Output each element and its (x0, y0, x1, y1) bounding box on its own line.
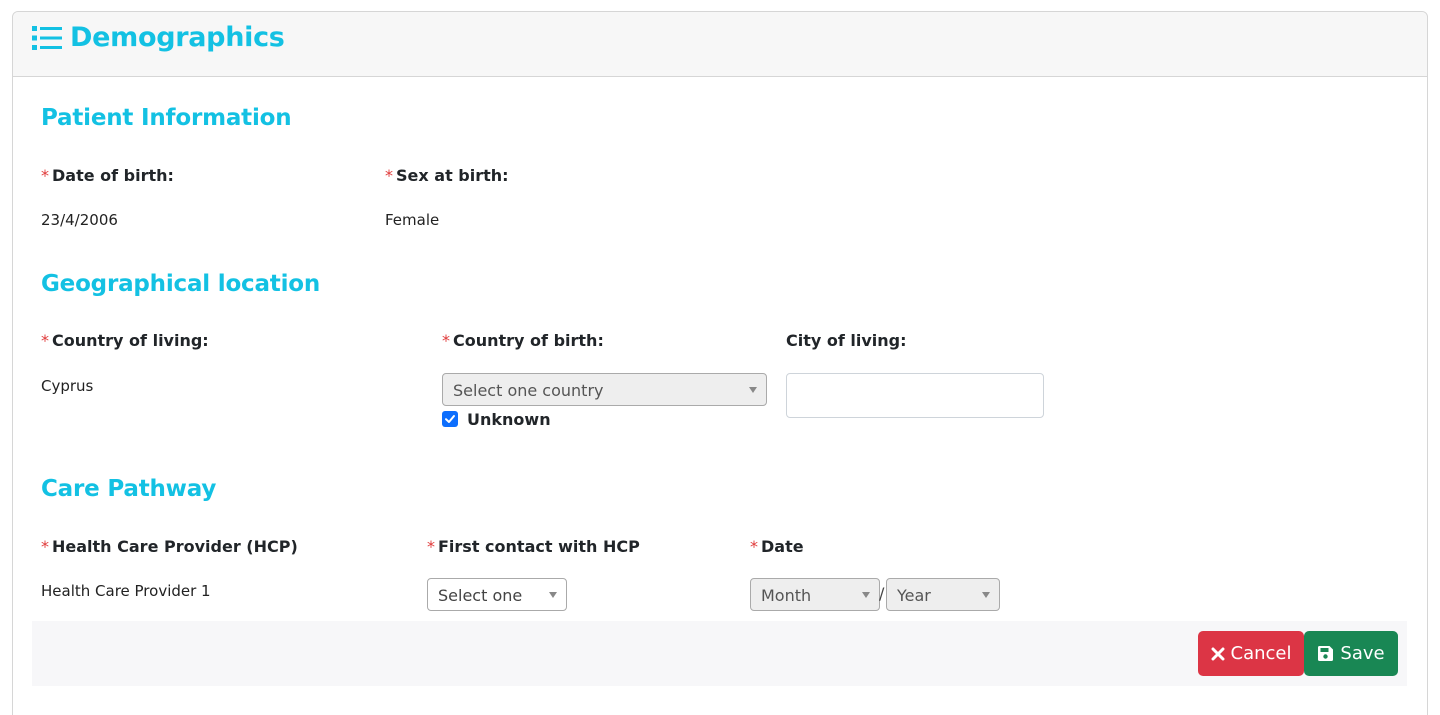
panel-header: Demographics (13, 12, 1427, 77)
section-title-geographical-location: Geographical location (41, 271, 321, 297)
required-marker: * (750, 537, 758, 556)
section-title-patient-information: Patient Information (41, 105, 292, 131)
required-marker: * (41, 166, 49, 185)
country-living-label: * Country of living: (41, 331, 209, 350)
dob-label: * Date of birth: (41, 166, 174, 185)
sex-label: * Sex at birth: (385, 166, 509, 185)
required-marker: * (385, 166, 393, 185)
list-icon (32, 25, 63, 51)
country-birth-label: * Country of birth: (442, 331, 604, 350)
unknown-label[interactable]: Unknown (467, 410, 551, 429)
required-marker: * (41, 537, 49, 556)
panel-title: Demographics (32, 22, 285, 53)
sex-value: Female (385, 211, 440, 229)
city-input[interactable] (786, 373, 1044, 418)
save-icon (1318, 646, 1334, 661)
chevron-down-icon (862, 592, 870, 598)
save-button-label: Save (1340, 643, 1385, 664)
month-select-value: Month (761, 586, 812, 605)
page-title: Demographics (70, 22, 285, 53)
hcp-value: Health Care Provider 1 (41, 582, 211, 600)
city-label: City of living: (786, 331, 907, 350)
close-icon (1211, 647, 1224, 660)
country-living-value: Cyprus (41, 377, 94, 395)
save-button[interactable]: Save (1304, 631, 1398, 676)
first-contact-select[interactable]: Select one (427, 578, 567, 611)
date-separator: / (879, 584, 885, 603)
chevron-down-icon (749, 387, 757, 393)
check-icon (445, 415, 455, 423)
section-title-care-pathway: Care Pathway (41, 476, 217, 502)
dob-value: 23/4/2006 (41, 211, 118, 229)
cancel-button[interactable]: Cancel (1198, 631, 1304, 676)
cancel-button-label: Cancel (1230, 643, 1292, 664)
chevron-down-icon (982, 592, 990, 598)
required-marker: * (41, 331, 49, 350)
unknown-checkbox[interactable] (442, 411, 458, 427)
required-marker: * (442, 331, 450, 350)
country-birth-select-value: Select one country (453, 381, 604, 400)
country-birth-select[interactable]: Select one country (442, 373, 767, 406)
year-select[interactable]: Year (886, 578, 1000, 611)
first-contact-label: * First contact with HCP (427, 537, 640, 556)
chevron-down-icon (549, 592, 557, 598)
required-marker: * (427, 537, 435, 556)
first-contact-select-value: Select one (438, 586, 523, 605)
year-select-value: Year (897, 586, 931, 605)
date-label: * Date (750, 537, 804, 556)
month-select[interactable]: Month (750, 578, 880, 611)
hcp-label: * Health Care Provider (HCP) (41, 537, 298, 556)
